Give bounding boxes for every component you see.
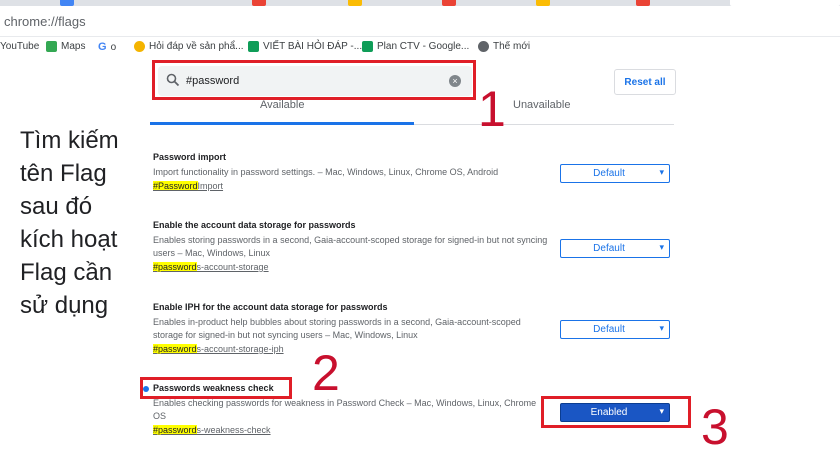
flag-title: Enable IPH for the account data storage … <box>153 302 388 312</box>
bookmarks-bar: YouTube Maps G o Hỏi đáp về sản phẩ... V… <box>0 37 840 59</box>
highlight-box-1 <box>152 60 476 100</box>
bookmark-vietbai[interactable]: VIẾT BÀI HỎI ĐÁP -... <box>248 41 362 52</box>
tab-available[interactable]: Available <box>260 99 304 111</box>
step-number-3: 3 <box>701 399 729 455</box>
flag-anchor-link[interactable]: #passwords-weakness-check <box>153 425 543 435</box>
flag-select-value: Default <box>593 324 625 335</box>
bookmark-google[interactable]: G o <box>98 41 116 53</box>
bookmark-label: VIẾT BÀI HỎI ĐÁP -... <box>263 41 363 52</box>
highlight-box-2 <box>140 377 292 399</box>
flag-title: Enable the account data storage for pass… <box>153 220 356 230</box>
flag-anchor-link[interactable]: #passwords-account-storage <box>153 262 553 272</box>
instruction-line: Tìm kiếm <box>20 127 119 154</box>
flag-anchor-highlight: #password <box>153 262 197 272</box>
instruction-text: Tìm kiếm tên Flag sau đó kích hoạt Flag … <box>20 124 150 322</box>
url-text[interactable]: chrome://flags <box>4 14 86 29</box>
highlight-box-3 <box>541 396 691 428</box>
tab-selected-indicator <box>150 122 414 125</box>
bookmark-label: Plan CTV - Google... <box>377 41 470 52</box>
globe-icon <box>478 41 489 52</box>
flag-description: Enables storing passwords in a second, G… <box>153 235 548 258</box>
instruction-line: kích hoạt <box>20 226 118 253</box>
maps-icon <box>46 41 57 52</box>
chevron-down-icon: ▾ <box>659 167 664 177</box>
chevron-down-icon: ▾ <box>659 323 664 333</box>
bookmark-label: o <box>110 41 117 53</box>
bookmark-the-moi[interactable]: Thế mới <box>478 41 530 52</box>
flag-anchor-highlight: #password <box>153 425 197 435</box>
flag-anchor-link[interactable]: #passwords-account-storage-iph <box>153 344 553 354</box>
bookmark-maps[interactable]: Maps <box>46 41 85 52</box>
step-number-2: 2 <box>312 345 340 401</box>
instruction-line: sau đó <box>20 193 93 220</box>
bookmark-label: YouTube <box>0 41 40 52</box>
flag-select-value: Default <box>593 243 625 254</box>
bookmark-label: Hỏi đáp về sản phẩ... <box>149 41 244 52</box>
flag-anchor-rest: s-account-storage <box>196 262 269 272</box>
flag-anchor-rest: Import <box>197 181 224 191</box>
bookmark-youtube[interactable]: YouTube <box>0 41 39 52</box>
instruction-line: sử dụng <box>20 292 109 319</box>
reset-all-button[interactable]: Reset all <box>614 69 676 95</box>
flag-title: Password import <box>153 152 227 162</box>
flag-password-import: Password import Import functionality in … <box>153 152 553 191</box>
chevron-down-icon: ▾ <box>659 242 664 252</box>
bookmark-plan-ctv[interactable]: Plan CTV - Google... <box>362 41 469 52</box>
flag-anchor-link[interactable]: #PasswordImport <box>153 181 553 191</box>
flag-select[interactable]: Default ▾ <box>560 239 670 258</box>
flag-description: Import functionality in password setting… <box>153 167 499 177</box>
tab-unavailable[interactable]: Unavailable <box>513 99 570 111</box>
bookmark-label: Thế mới <box>493 41 531 52</box>
sheets-icon <box>248 41 259 52</box>
flag-description: Enables in-product help bubbles about st… <box>153 317 521 340</box>
flag-anchor-rest: s-account-storage-iph <box>196 344 284 354</box>
bookmark-label: Maps <box>61 41 86 52</box>
flag-anchor-highlight: #Password <box>153 181 198 191</box>
address-bar[interactable]: chrome://flags <box>0 6 840 37</box>
bookmark-hoidap[interactable]: Hỏi đáp về sản phẩ... <box>134 41 244 52</box>
flag-anchor-rest: s-weakness-check <box>196 425 271 435</box>
flag-account-storage: Enable the account data storage for pass… <box>153 220 553 272</box>
hoidap-icon <box>134 41 145 52</box>
google-icon: G <box>98 41 107 53</box>
step-number-1: 1 <box>478 81 506 137</box>
flag-anchor-highlight: #password <box>153 344 197 354</box>
flag-description: Enables checking passwords for weakness … <box>153 398 537 421</box>
flag-select[interactable]: Default ▾ <box>560 164 670 183</box>
flag-select-value: Default <box>593 168 625 179</box>
instruction-line: Flag cần <box>20 259 113 286</box>
instruction-line: tên Flag <box>20 160 107 187</box>
flag-account-storage-iph: Enable IPH for the account data storage … <box>153 302 553 354</box>
sheets-icon <box>362 41 373 52</box>
flag-select[interactable]: Default ▾ <box>560 320 670 339</box>
